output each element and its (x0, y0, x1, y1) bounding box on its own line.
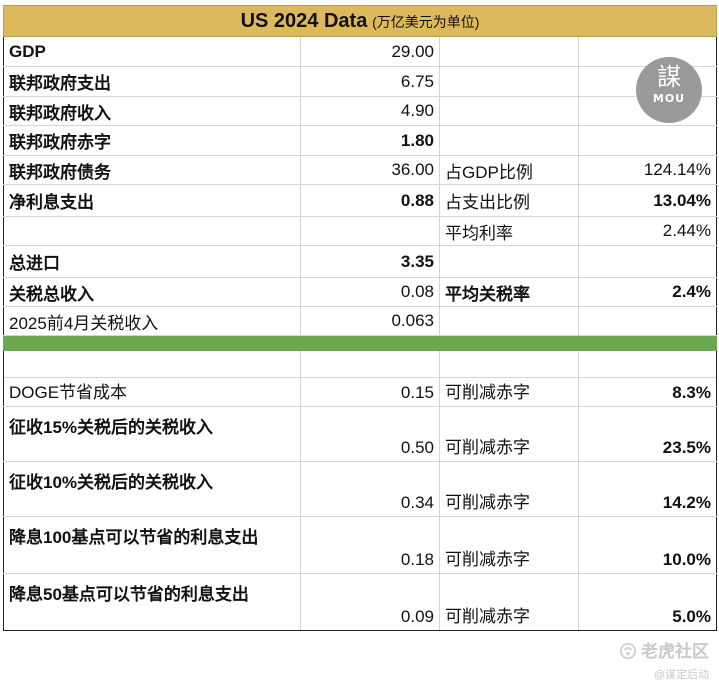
row-label: 关税总收入 (3, 277, 301, 307)
empty-cell (439, 66, 579, 97)
scenario-metric-label: 可削减赤字 (439, 406, 579, 462)
scenario-metric-value: 10.0% (578, 516, 717, 574)
row-spend: 联邦政府支出 6.75 (3, 66, 717, 97)
title-row: US 2024 Data (万亿美元为单位) (3, 5, 717, 37)
empty-cell (578, 350, 717, 378)
row-imports: 总进口 3.35 (3, 245, 717, 278)
scenario-value: 0.09 (300, 573, 440, 631)
row-value: 6.75 (300, 66, 440, 97)
title-cell: US 2024 Data (万亿美元为单位) (3, 5, 717, 37)
empty-cell (439, 96, 579, 126)
scenario-value: 0.50 (300, 406, 440, 462)
spacer-row (3, 350, 717, 378)
row-tariff-10: 征收10%关税后的关税收入 0.34 可削减赤字 14.2% (3, 461, 717, 517)
mou-logo: 謀 MOU (636, 57, 702, 123)
scenario-metric-label: 可削减赤字 (439, 573, 579, 631)
empty-cell (439, 245, 579, 278)
row-doge: DOGE节省成本 0.15 可削减赤字 8.3% (3, 377, 717, 407)
scenario-metric-label: 可削减赤字 (439, 461, 579, 517)
divider-bar (3, 335, 717, 351)
data-table: US 2024 Data (万亿美元为单位) GDP 29.00 联邦政府支出 … (3, 5, 717, 631)
scenario-label: DOGE节省成本 (3, 377, 301, 407)
empty-cell (578, 125, 717, 156)
metric-label: 占支出比例 (439, 184, 579, 217)
divider-row (3, 335, 717, 351)
metric-label: 平均利率 (439, 216, 579, 246)
row-label: 联邦政府收入 (3, 96, 301, 126)
row-gdp: GDP 29.00 (3, 36, 717, 67)
row-rate-cut-50: 降息50基点可以节省的利息支出 0.09 可削减赤字 5.0% (3, 573, 717, 631)
empty-cell (578, 245, 717, 278)
row-rate-cut-100: 降息100基点可以节省的利息支出 0.18 可削减赤字 10.0% (3, 516, 717, 574)
row-debt: 联邦政府债务 36.00 占GDP比例 124.14% (3, 155, 717, 185)
scenario-metric-value: 5.0% (578, 573, 717, 631)
scenario-label: 征收10%关税后的关税收入 (3, 461, 301, 517)
scenario-metric-value: 8.3% (578, 377, 717, 407)
empty-cell (439, 36, 579, 67)
empty-cell (578, 36, 717, 67)
row-label: 总进口 (3, 245, 301, 278)
row-interest: 净利息支出 0.88 占支出比例 13.04% (3, 184, 717, 217)
row-value: 29.00 (300, 36, 440, 67)
row-label: GDP (3, 36, 301, 67)
scenario-value: 0.15 (300, 377, 440, 407)
row-tariff-2025: 2025前4月关税收入 0.063 (3, 306, 717, 336)
empty-cell (300, 216, 440, 246)
logo-character: 謀 (657, 63, 681, 91)
scenario-metric-label: 可削减赤字 (439, 377, 579, 407)
metric-label: 占GDP比例 (439, 155, 579, 185)
row-value: 0.08 (300, 277, 440, 307)
empty-cell (578, 306, 717, 336)
metric-value: 13.04% (578, 184, 717, 217)
scenario-label: 征收15%关税后的关税收入 (3, 406, 301, 462)
row-value: 1.80 (300, 125, 440, 156)
watermark-user: @谋定后动 (653, 669, 709, 681)
empty-cell (439, 125, 579, 156)
empty-cell (439, 306, 579, 336)
empty-cell (3, 216, 301, 246)
empty-cell (439, 350, 579, 378)
page-title: US 2024 Data (240, 9, 368, 32)
watermark-brand-text: 老虎社区 (641, 642, 709, 661)
scenario-value: 0.34 (300, 461, 440, 517)
row-value: 0.063 (300, 306, 440, 336)
metric-label: 平均关税率 (439, 277, 579, 307)
page-subtitle: (万亿美元为单位) (372, 13, 480, 30)
row-label: 联邦政府支出 (3, 66, 301, 97)
row-tariff-15: 征收15%关税后的关税收入 0.50 可削减赤字 23.5% (3, 406, 717, 462)
scenario-label: 降息100基点可以节省的利息支出 (3, 516, 301, 574)
scenario-metric-label: 可削减赤字 (439, 516, 579, 574)
row-revenue: 联邦政府收入 4.90 (3, 96, 717, 126)
metric-value: 2.44% (578, 216, 717, 246)
row-value: 36.00 (300, 155, 440, 185)
scenario-metric-value: 23.5% (578, 406, 717, 462)
empty-cell (300, 350, 440, 378)
row-value: 3.35 (300, 245, 440, 278)
row-tariff: 关税总收入 0.08 平均关税率 2.4% (3, 277, 717, 307)
row-label: 2025前4月关税收入 (3, 306, 301, 336)
row-label: 净利息支出 (3, 184, 301, 217)
metric-value: 2.4% (578, 277, 717, 307)
scenario-metric-value: 14.2% (578, 461, 717, 517)
row-value: 0.88 (300, 184, 440, 217)
empty-cell (3, 350, 301, 378)
tiger-community-icon (619, 642, 637, 660)
watermark: 老虎社区 @谋定后动 (619, 637, 709, 682)
row-deficit: 联邦政府赤字 1.80 (3, 125, 717, 156)
logo-text: MOU (652, 92, 686, 105)
scenario-label: 降息50基点可以节省的利息支出 (3, 573, 301, 631)
watermark-brand: 老虎社区 (619, 637, 709, 662)
row-label: 联邦政府赤字 (3, 125, 301, 156)
scenario-value: 0.18 (300, 516, 440, 574)
row-avg-rate: 平均利率 2.44% (3, 216, 717, 246)
metric-value: 124.14% (578, 155, 717, 185)
row-label: 联邦政府债务 (3, 155, 301, 185)
row-value: 4.90 (300, 96, 440, 126)
